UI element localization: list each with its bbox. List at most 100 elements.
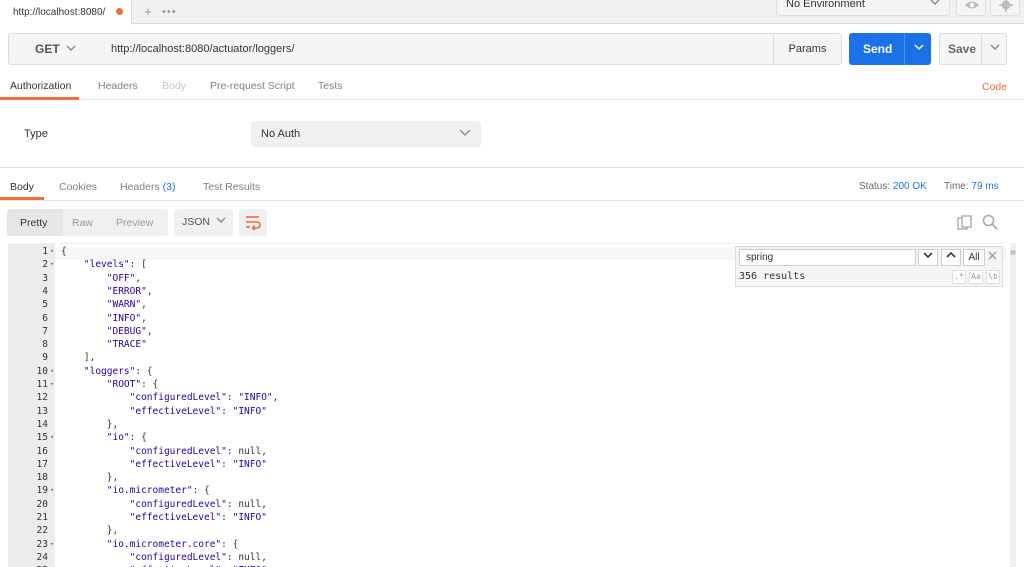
status-label: Status: xyxy=(859,181,891,192)
fold-toggle-icon[interactable]: ▾ xyxy=(50,484,54,497)
code-text: }, xyxy=(61,472,119,484)
find-previous-button[interactable] xyxy=(941,249,961,266)
tab-test-results[interactable]: Test Results xyxy=(203,181,260,193)
section-divider xyxy=(0,167,1024,168)
more-tabs-button[interactable]: ••• xyxy=(162,4,180,20)
tab-body[interactable]: Body xyxy=(162,80,186,92)
request-tab[interactable]: http://localhost:8080/ xyxy=(0,0,132,25)
url-input[interactable]: http://localhost:8080/actuator/loggers/ xyxy=(102,33,774,65)
unsaved-dot-icon xyxy=(116,8,123,15)
tab-response-body[interactable]: Body xyxy=(10,181,34,193)
tab-authorization[interactable]: Authorization xyxy=(10,80,71,92)
raw-button[interactable]: Raw xyxy=(72,217,93,229)
gear-icon xyxy=(999,0,1013,12)
fold-toggle-icon[interactable]: ▾ xyxy=(50,258,54,271)
response-type-select[interactable]: JSON xyxy=(174,209,233,236)
code-text: "effectiveLevel": "INFO" xyxy=(129,458,267,470)
time-label: Time: xyxy=(944,181,969,192)
code-text: "loggers": { xyxy=(83,365,153,377)
code-text: "io.micrometer.core": { xyxy=(106,538,239,550)
environment-select[interactable]: No Environment xyxy=(776,0,950,16)
code-text: "TRACE" xyxy=(106,339,147,351)
save-options-button[interactable] xyxy=(981,33,1007,65)
wrap-lines-button[interactable] xyxy=(239,209,267,236)
fold-toggle-icon[interactable]: ▾ xyxy=(50,378,54,391)
code-link[interactable]: Code xyxy=(982,81,1007,93)
editor-scrollbar[interactable] xyxy=(1010,243,1016,567)
add-tab-button[interactable]: + xyxy=(141,4,155,20)
line-number: 12 xyxy=(36,392,48,404)
line-number: 8 xyxy=(42,339,48,351)
code-text: ], xyxy=(61,352,96,364)
send-divider xyxy=(904,33,905,65)
fold-toggle-icon[interactable]: ▾ xyxy=(50,245,54,258)
tab-headers[interactable]: Headers xyxy=(98,80,138,92)
settings-button[interactable] xyxy=(990,0,1020,16)
code-text: "effectiveLevel": "INFO" xyxy=(129,512,267,523)
method-label: GET xyxy=(35,42,60,56)
line-number: 23 xyxy=(36,538,48,550)
tab-cookies[interactable]: Cookies xyxy=(59,181,97,193)
response-headers-count: (3) xyxy=(162,181,176,193)
code-text: "ROOT": { xyxy=(106,379,159,390)
find-next-button[interactable] xyxy=(918,249,938,266)
line-number: 24 xyxy=(36,551,48,563)
code-text: "levels": [ xyxy=(83,259,147,271)
tab-prerequest-script[interactable]: Pre-request Script xyxy=(210,80,295,92)
response-body-editor[interactable]: 1 ▾{2 ▾ "levels": [3 "OFF", 4 "ERROR", 5 "WA… xyxy=(8,243,1006,567)
code-text: "OFF", xyxy=(106,272,142,284)
code-text: "configuredLevel": null, xyxy=(129,551,267,563)
response-type-value: JSON xyxy=(182,216,211,228)
case-sensitive-toggle[interactable]: Aa xyxy=(969,270,983,284)
auth-type-value: No Auth xyxy=(261,128,301,140)
find-all-button[interactable]: All xyxy=(963,249,985,266)
line-number: 9 xyxy=(42,352,48,364)
line-number: 3 xyxy=(42,272,48,284)
close-icon xyxy=(988,251,997,260)
environment-quick-look-button[interactable] xyxy=(956,0,986,16)
chevron-down-icon xyxy=(930,0,940,10)
line-number: 21 xyxy=(36,512,48,523)
params-button[interactable]: Params xyxy=(773,33,842,65)
line-number: 17 xyxy=(36,458,48,470)
code-text: "WARN", xyxy=(106,299,147,311)
fold-toggle-icon[interactable]: ▾ xyxy=(50,431,54,444)
pretty-button[interactable]: Pretty xyxy=(20,217,47,229)
line-number: 15 xyxy=(36,432,48,444)
scrollbar-thumb[interactable] xyxy=(1010,250,1016,255)
chevron-down-icon xyxy=(216,209,226,236)
code-text: "INFO", xyxy=(106,312,147,324)
code-text: }, xyxy=(61,418,119,430)
line-number: 13 xyxy=(36,405,48,417)
code-text: "configuredLevel": null, xyxy=(129,445,267,457)
send-options-button[interactable] xyxy=(908,33,930,65)
request-tabs xyxy=(0,72,1024,100)
regex-toggle[interactable]: .* xyxy=(952,270,966,284)
auth-type-select[interactable]: No Auth xyxy=(251,121,481,147)
line-number: 14 xyxy=(36,418,48,430)
search-icon[interactable] xyxy=(982,214,998,233)
line-number: 4 xyxy=(42,285,48,297)
chevron-down-icon xyxy=(914,44,924,51)
line-number: 22 xyxy=(36,525,48,537)
copy-icon[interactable] xyxy=(957,215,972,234)
line-number: 2 xyxy=(42,259,48,271)
tab-tests[interactable]: Tests xyxy=(318,80,343,92)
fold-toggle-icon[interactable]: ▾ xyxy=(50,538,54,551)
code-text: "effectiveLevel": "INFO" xyxy=(129,405,267,417)
code-text: "configuredLevel": null, xyxy=(129,498,267,510)
preview-button[interactable]: Preview xyxy=(116,217,153,229)
active-tab-indicator xyxy=(0,97,79,100)
line-number: 20 xyxy=(36,498,48,510)
time-value: 79 ms xyxy=(971,181,999,192)
line-number: 6 xyxy=(42,312,48,324)
fold-toggle-icon[interactable]: ▾ xyxy=(50,365,54,378)
find-input[interactable]: spring xyxy=(739,249,916,266)
eye-icon xyxy=(965,1,979,9)
wrap-icon xyxy=(246,216,261,230)
code-text: "DEBUG", xyxy=(106,325,153,337)
tab-response-headers[interactable]: Headers (3) xyxy=(120,181,175,193)
close-find-button[interactable] xyxy=(988,249,997,263)
method-select[interactable]: GET xyxy=(8,33,103,65)
whole-word-toggle[interactable]: \b xyxy=(986,270,1000,284)
